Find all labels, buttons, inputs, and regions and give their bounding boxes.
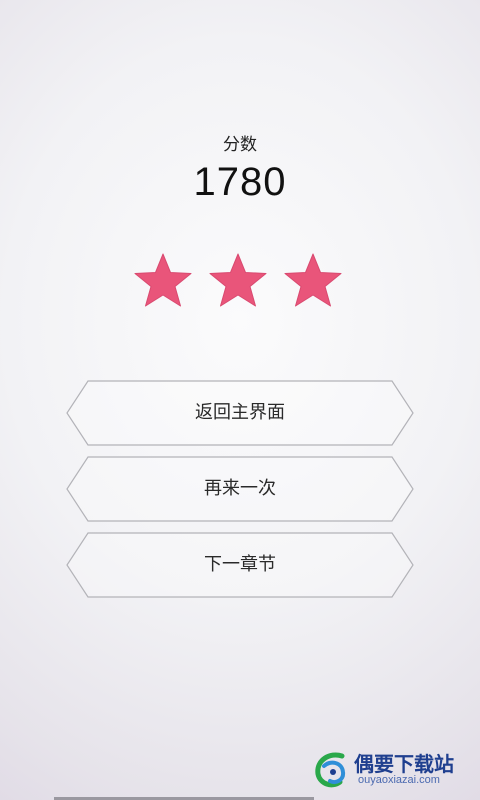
next-chapter-label: 下一章节 <box>204 554 276 575</box>
watermark-url: ouyaoxiazai.com <box>358 774 440 786</box>
watermark-logo-icon <box>315 752 346 788</box>
retry-button[interactable]: 再来一次 <box>66 456 414 522</box>
star-icon <box>134 253 192 307</box>
score-label: 分数 <box>223 135 257 155</box>
score-value: 1780 <box>193 160 287 204</box>
main-menu-button[interactable]: 返回主界面 <box>66 380 414 446</box>
next-chapter-button[interactable]: 下一章节 <box>66 532 414 598</box>
retry-label: 再来一次 <box>204 478 276 499</box>
main-menu-label: 返回主界面 <box>195 402 285 423</box>
site-watermark: 偶要下载站 ouyaoxiazai.com <box>312 746 472 792</box>
star-icon <box>284 253 342 307</box>
watermark-title: 偶要下载站 <box>354 752 454 776</box>
star-icon <box>209 253 267 307</box>
star-rating <box>0 252 480 308</box>
